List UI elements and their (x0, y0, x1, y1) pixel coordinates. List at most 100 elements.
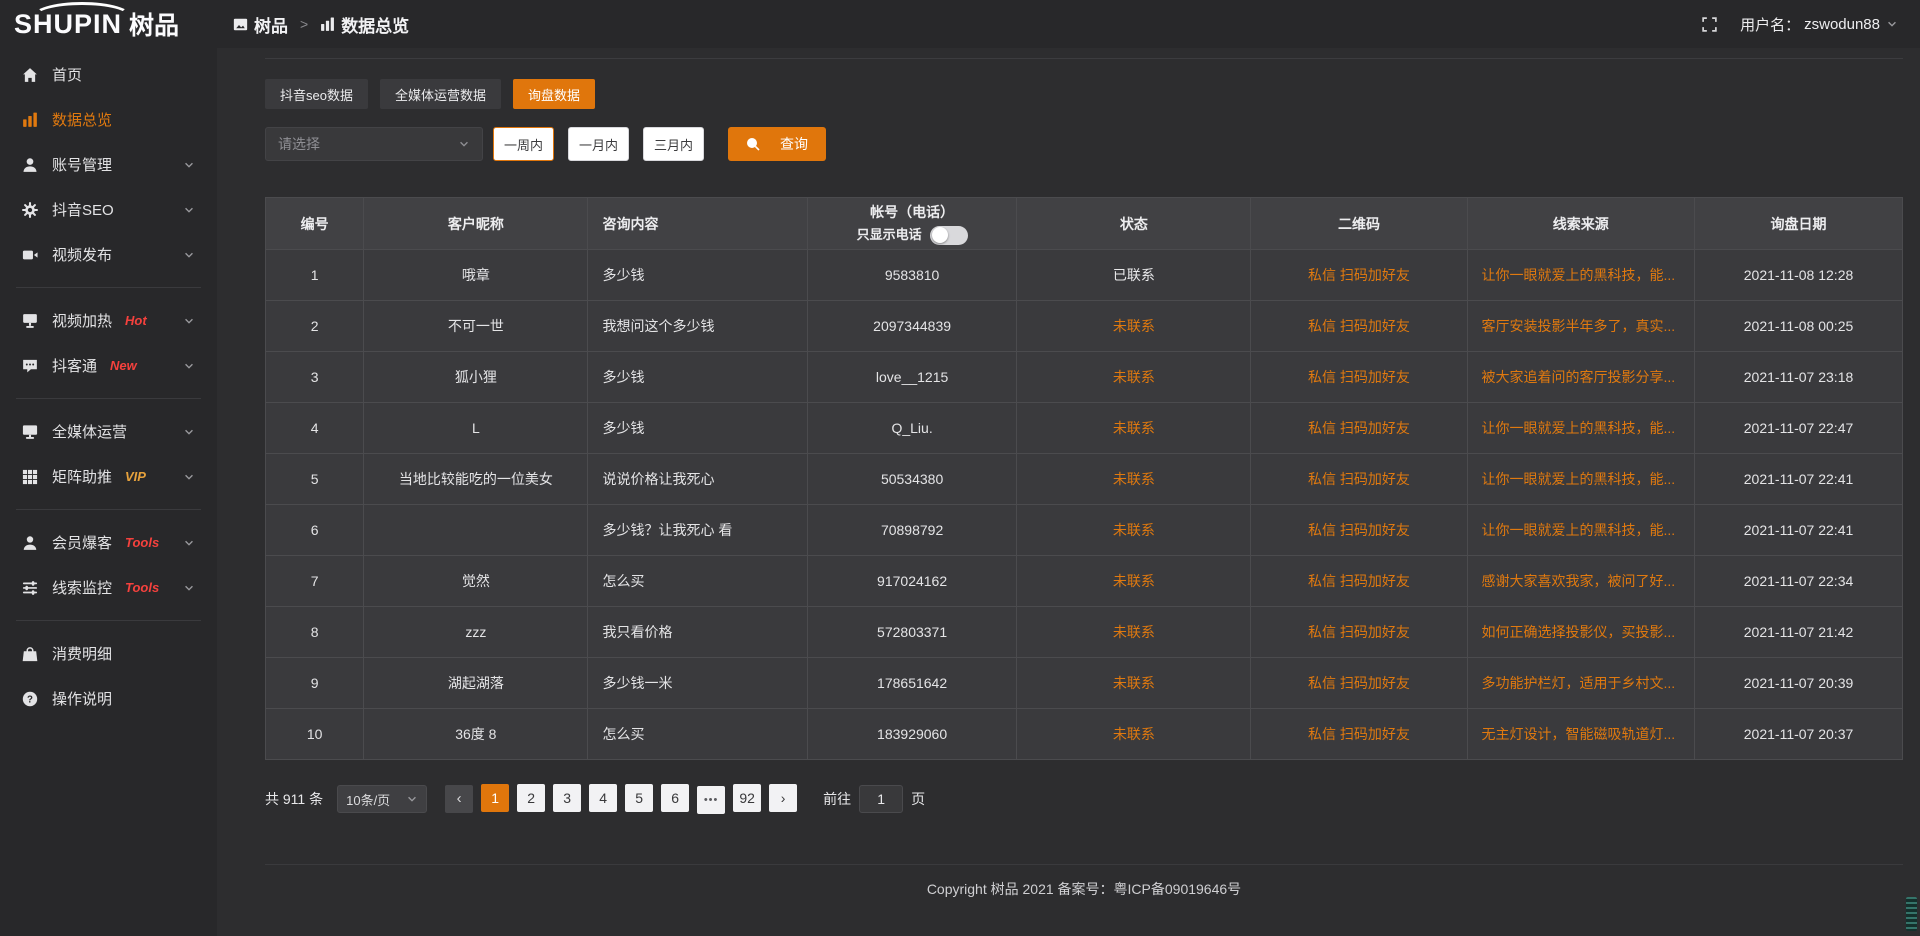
breadcrumb-current-label: 数据总览 (341, 12, 409, 37)
range-buttons: 一周内一月内三月内 (483, 127, 704, 161)
source-link[interactable]: 让你一眼就爱上的黑科技，能... (1482, 522, 1676, 538)
sidebar-item-10[interactable]: 矩阵助推VIP (0, 454, 217, 499)
page-button-92[interactable]: 92 (733, 784, 761, 812)
page-button-5[interactable]: 5 (625, 784, 653, 812)
qrcode-link[interactable]: 私信 扫码加好友 (1308, 369, 1410, 385)
cell-content: 怎么买 (588, 556, 807, 607)
cell-qrcode: 私信 扫码加好友 (1251, 607, 1467, 658)
breadcrumb-current[interactable]: 数据总览 (320, 12, 409, 37)
sidebar-item-16[interactable]: ?操作说明 (0, 676, 217, 721)
chevron-down-icon (183, 159, 195, 171)
app-logo[interactable]: SHUPIN 树品 (0, 0, 217, 48)
tab-0[interactable]: 抖音seo数据 (265, 79, 368, 109)
sidebar-item-13[interactable]: 线索监控Tools (0, 565, 217, 610)
qrcode-link[interactable]: 私信 扫码加好友 (1308, 420, 1410, 436)
sidebar-item-7[interactable]: 抖客通New (0, 343, 217, 388)
qrcode-link[interactable]: 私信 扫码加好友 (1308, 573, 1410, 589)
sidebar-item-3[interactable]: 抖音SEO (0, 187, 217, 232)
sidebar-item-2[interactable]: 账号管理 (0, 142, 217, 187)
cell-nickname: L (364, 403, 588, 454)
qrcode-link[interactable]: 私信 扫码加好友 (1308, 267, 1410, 283)
gear-icon (22, 202, 38, 218)
sidebar-item-9[interactable]: 全媒体运营 (0, 409, 217, 454)
qrcode-link[interactable]: 私信 扫码加好友 (1308, 318, 1410, 334)
page-size-select[interactable]: 10条/页 (337, 785, 427, 813)
page-button-3[interactable]: 3 (553, 784, 581, 812)
tab-2[interactable]: 询盘数据 (513, 79, 595, 109)
page-button-1[interactable]: 1 (481, 784, 509, 812)
cell-no: 4 (266, 403, 364, 454)
main-content: 抖音seo数据全媒体运营数据询盘数据 请选择 一周内一月内三月内 查询 (217, 48, 1920, 936)
sidebar-item-4[interactable]: 视频发布 (0, 232, 217, 277)
pager-ellipsis[interactable]: ••• (697, 786, 725, 814)
source-link[interactable]: 多功能护栏灯，适用于乡村文... (1482, 675, 1676, 691)
range-button-1[interactable]: 一月内 (568, 127, 629, 161)
source-link[interactable]: 让你一眼就爱上的黑科技，能... (1482, 420, 1676, 436)
inquiry-table: 编号客户昵称咨询内容帐号（电话）只显示电话状态二维码线索来源询盘日期 1哦章多少… (265, 197, 1903, 760)
cell-date: 2021-11-07 22:41 (1695, 505, 1903, 556)
cell-no: 6 (266, 505, 364, 556)
source-link[interactable]: 客厅安装投影半年多了，真实... (1482, 318, 1676, 334)
chevron-down-icon (183, 360, 195, 372)
search-button[interactable]: 查询 (728, 127, 826, 161)
breadcrumb-home[interactable]: 树品 (233, 12, 288, 37)
sidebar-item-15[interactable]: 消费明细 (0, 631, 217, 676)
qrcode-link[interactable]: 私信 扫码加好友 (1308, 675, 1410, 691)
fullscreen-icon[interactable] (1701, 16, 1718, 33)
cell-nickname: 36度 8 (364, 709, 588, 760)
sidebar-item-1[interactable]: 数据总览 (0, 97, 217, 142)
page-button-6[interactable]: 6 (661, 784, 689, 812)
phone-only-toggle[interactable] (930, 226, 968, 245)
range-button-2[interactable]: 三月内 (643, 127, 704, 161)
column-header-4: 状态 (1017, 198, 1251, 250)
account-column-header: 帐号（电话）只显示电话 (816, 202, 1009, 245)
logo-arc-decoration (32, 2, 132, 32)
sidebar-item-0[interactable]: 首页 (0, 52, 217, 97)
sidebar-item-label: 会员爆客 (52, 532, 112, 553)
prev-page-button[interactable]: ‹ (445, 785, 473, 813)
chevron-down-icon (183, 537, 195, 549)
account-select[interactable]: 请选择 (265, 127, 483, 161)
table-row: 8zzz我只看价格572803371未联系私信 扫码加好友如何正确选择投影仪，买… (266, 607, 1903, 658)
source-link[interactable]: 让你一眼就爱上的黑科技，能... (1482, 267, 1676, 283)
table-row: 7觉然怎么买917024162未联系私信 扫码加好友感谢大家喜欢我家，被问了好.… (266, 556, 1903, 607)
cell-qrcode: 私信 扫码加好友 (1251, 658, 1467, 709)
column-header-0: 编号 (266, 198, 364, 250)
source-link[interactable]: 感谢大家喜欢我家，被问了好... (1482, 573, 1676, 589)
sidebar-item-12[interactable]: 会员爆客Tools (0, 520, 217, 565)
source-link[interactable]: 被大家追着问的客厅投影分享... (1482, 369, 1676, 385)
source-link[interactable]: 如何正确选择投影仪，买投影... (1482, 624, 1676, 640)
cell-date: 2021-11-07 22:47 (1695, 403, 1903, 454)
cell-nickname: 觉然 (364, 556, 588, 607)
page-button-4[interactable]: 4 (589, 784, 617, 812)
app-square-icon (233, 17, 248, 32)
user-menu[interactable]: 用户名：zswodun88 (1740, 14, 1898, 35)
corner-scroll-widget[interactable] (1906, 897, 1917, 931)
qrcode-link[interactable]: 私信 扫码加好友 (1308, 726, 1410, 742)
source-link[interactable]: 无主灯设计，智能磁吸轨道灯... (1482, 726, 1676, 742)
sidebar-item-label: 抖音SEO (52, 199, 114, 220)
page-button-2[interactable]: 2 (517, 784, 545, 812)
tab-1[interactable]: 全媒体运营数据 (380, 79, 501, 109)
cell-qrcode: 私信 扫码加好友 (1251, 250, 1467, 301)
goto-page-input[interactable] (859, 785, 903, 813)
sidebar-item-label: 账号管理 (52, 154, 112, 175)
table-row: 2不可一世我想问这个多少钱2097344839未联系私信 扫码加好友客厅安装投影… (266, 301, 1903, 352)
sidebar-item-6[interactable]: 视频加热Hot (0, 298, 217, 343)
cell-date: 2021-11-08 12:28 (1695, 250, 1903, 301)
sidebar-divider (16, 620, 201, 621)
qrcode-link[interactable]: 私信 扫码加好友 (1308, 522, 1410, 538)
qrcode-link[interactable]: 私信 扫码加好友 (1308, 624, 1410, 640)
range-button-0[interactable]: 一周内 (493, 127, 554, 161)
bar-chart-icon (320, 17, 335, 32)
source-link[interactable]: 让你一眼就爱上的黑科技，能... (1482, 471, 1676, 487)
next-page-button[interactable]: › (769, 784, 797, 812)
qrcode-link[interactable]: 私信 扫码加好友 (1308, 471, 1410, 487)
cell-date: 2021-11-07 20:39 (1695, 658, 1903, 709)
breadcrumb-home-label: 树品 (254, 12, 288, 37)
status-badge: 未联系 (1113, 624, 1155, 640)
cell-status: 已联系 (1017, 250, 1251, 301)
cell-qrcode: 私信 扫码加好友 (1251, 505, 1467, 556)
cell-content: 多少钱 (588, 352, 807, 403)
cell-qrcode: 私信 扫码加好友 (1251, 301, 1467, 352)
